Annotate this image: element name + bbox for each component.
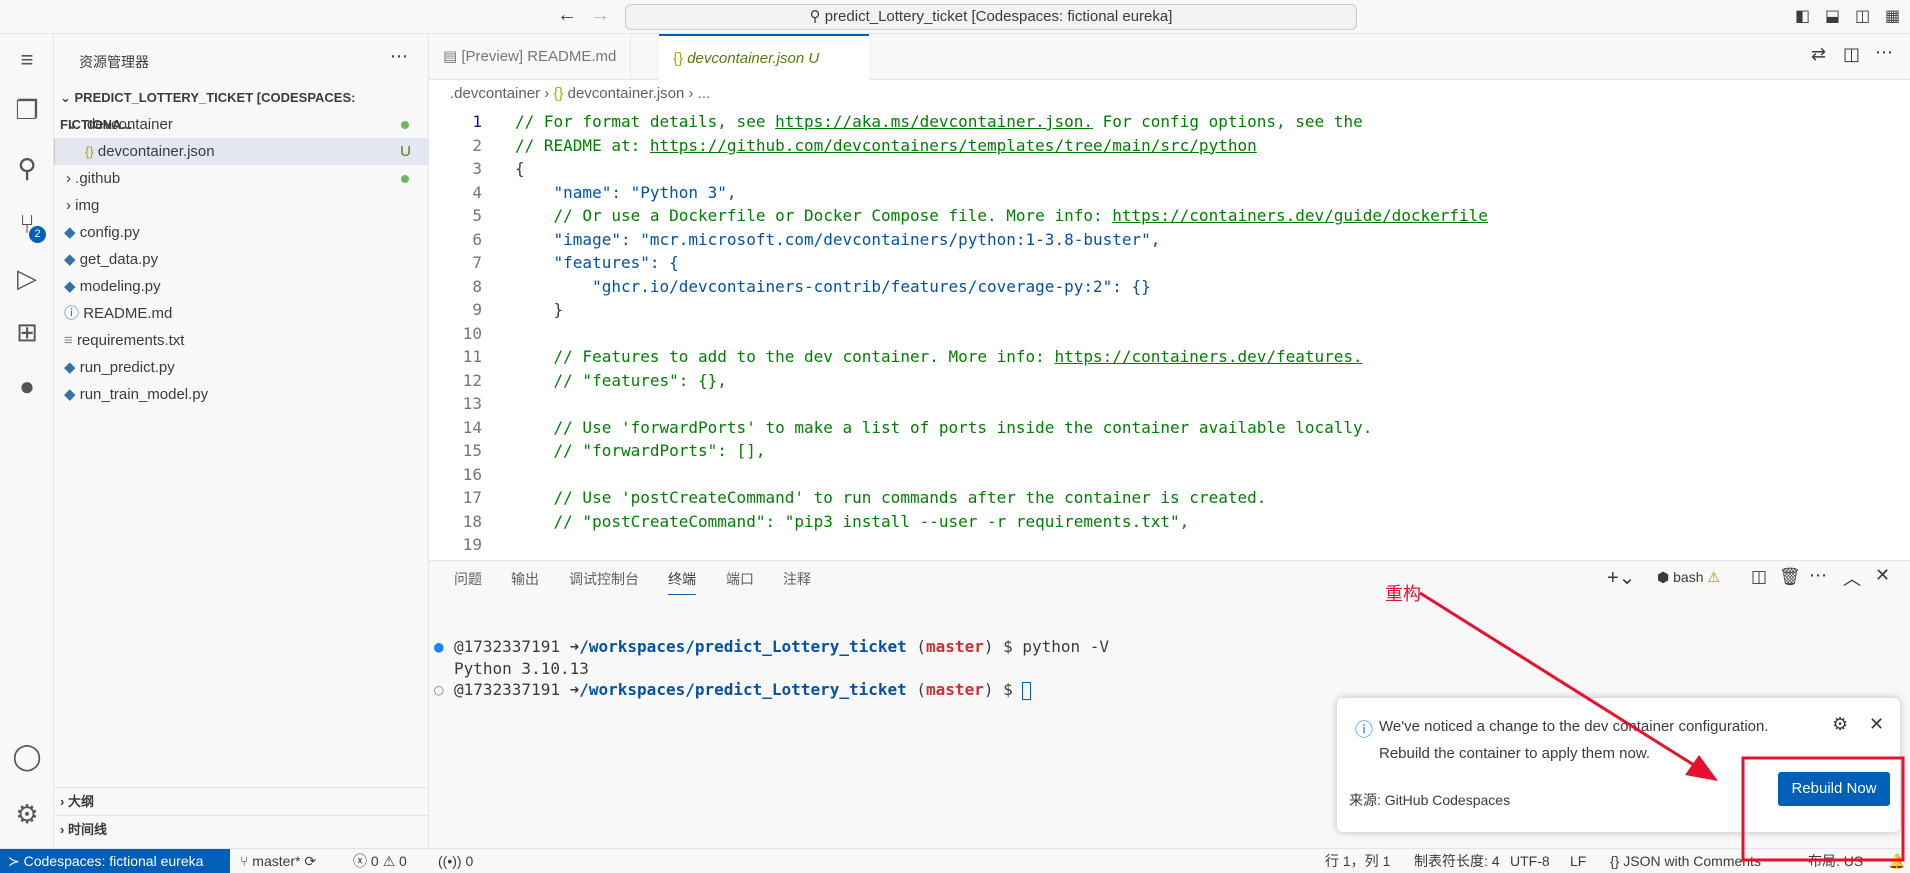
annotation-arrow [1419,591,1905,862]
annotation-box [1741,756,1905,862]
